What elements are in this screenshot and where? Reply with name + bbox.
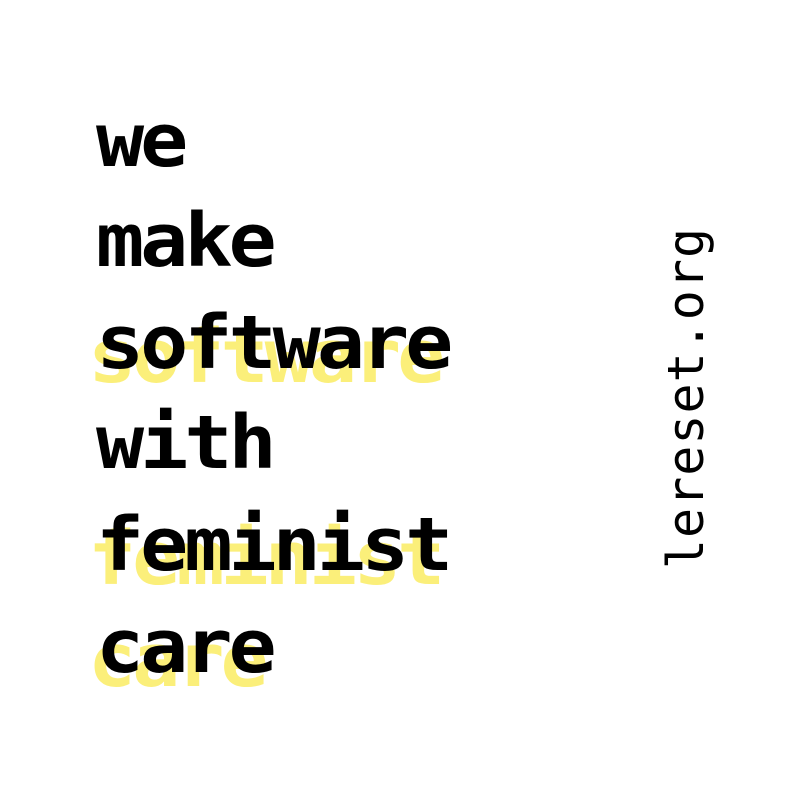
headline-line-software: software software bbox=[88, 300, 556, 399]
headline-line-care: care care bbox=[88, 604, 556, 703]
website-url: lereset.org bbox=[657, 226, 715, 570]
headline-text: software bbox=[96, 300, 453, 386]
headline-text: make bbox=[96, 198, 277, 284]
headline-text: we bbox=[96, 98, 188, 184]
poster-canvas: we make software software with feminist … bbox=[0, 0, 800, 800]
headline-line-we: we bbox=[96, 100, 556, 190]
headline-line-feminist: feminist feminist bbox=[88, 502, 556, 601]
headline-line-with: with bbox=[96, 402, 556, 492]
headline-text: with bbox=[96, 400, 277, 486]
headline-text: feminist bbox=[96, 502, 453, 588]
headline-text: care bbox=[96, 604, 277, 690]
headline-line-make: make bbox=[96, 200, 556, 290]
